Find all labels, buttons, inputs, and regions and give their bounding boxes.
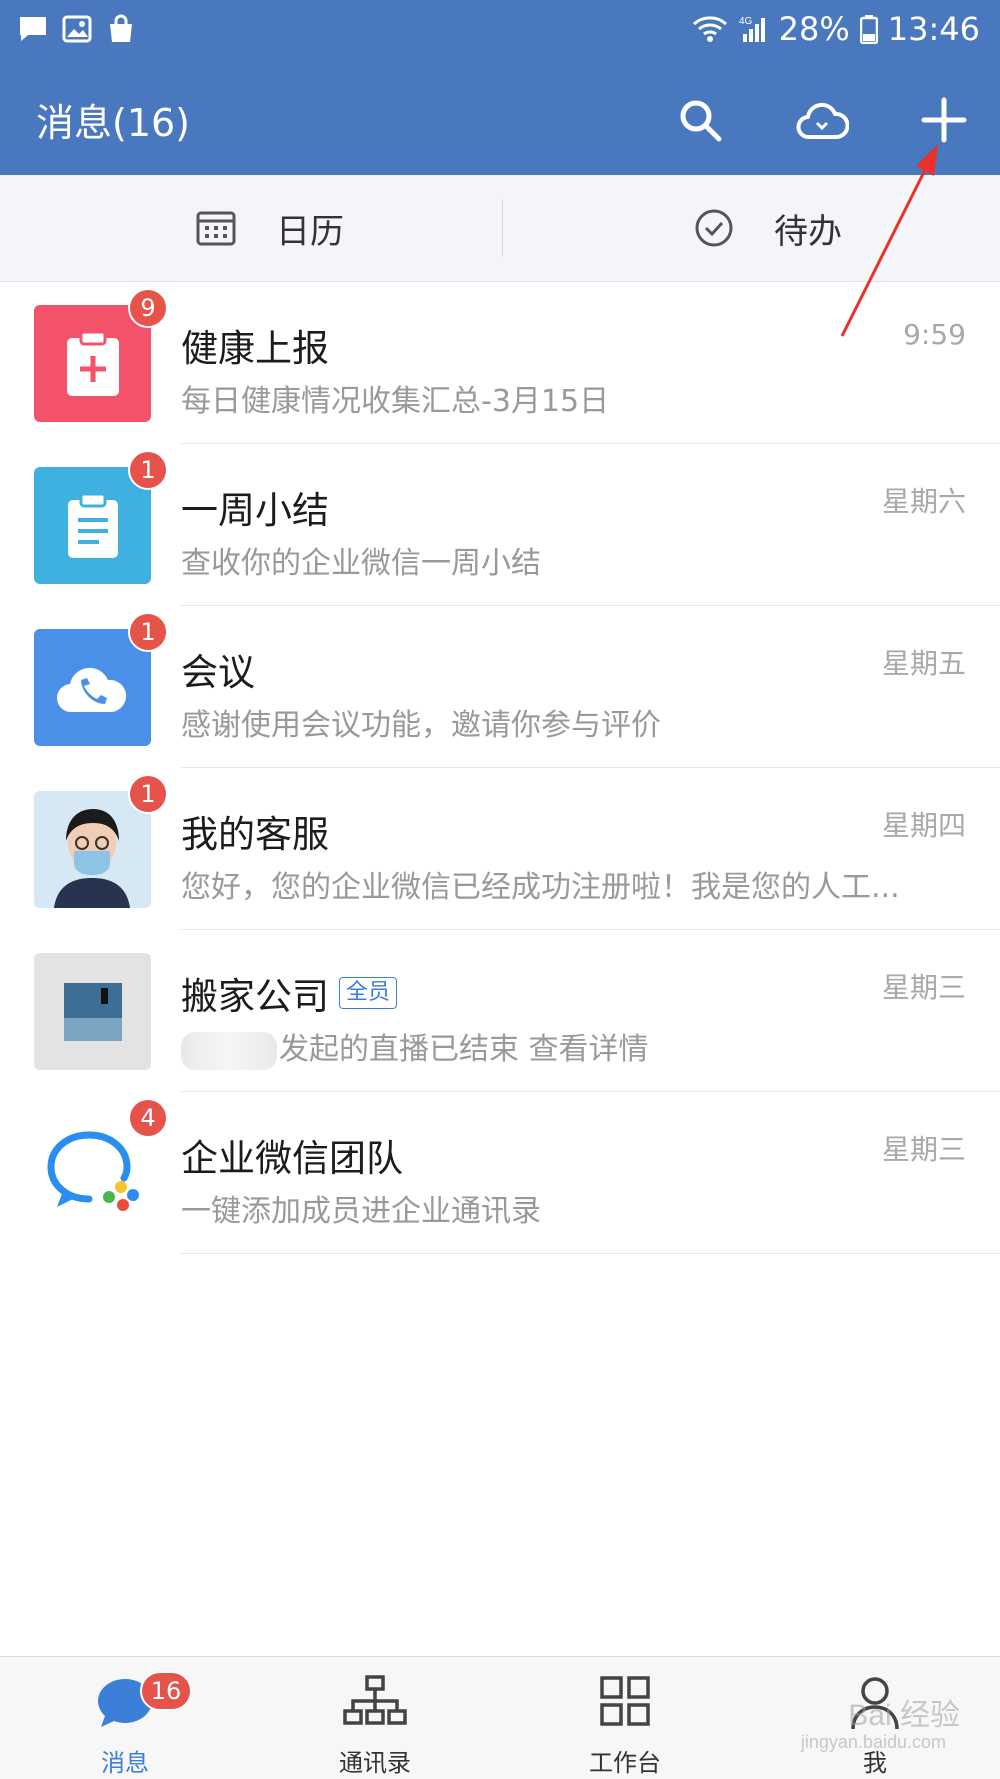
list-item[interactable]: 4 企业微信团队 一键添加成员进企业通讯录 星期三: [0, 1092, 1000, 1254]
list-item[interactable]: 1 会议 感谢使用会议功能，邀请你参与评价 星期五: [0, 606, 1000, 768]
unread-badge: 1: [128, 450, 168, 490]
message-time: 星期三: [881, 1133, 966, 1166]
message-preview: 感谢使用会议功能，邀请你参与评价: [181, 708, 661, 743]
image-notification-icon: [62, 15, 92, 43]
message-preview: 查收你的企业微信一周小结: [181, 546, 541, 581]
watermark: Bai 经验: [848, 1699, 960, 1732]
search-icon: [680, 100, 722, 142]
message-time: 星期四: [881, 809, 966, 842]
wifi-icon: [692, 16, 727, 42]
add-button[interactable]: [916, 92, 972, 148]
clipboard-list-icon: [67, 492, 118, 558]
plus-icon: [921, 97, 967, 143]
cloud-phone-icon: [56, 667, 126, 712]
all-members-tag: 全员: [339, 977, 398, 1009]
todo-entry[interactable]: 待办: [694, 175, 842, 281]
divider: [181, 1253, 1000, 1254]
list-item[interactable]: 9 健康上报 每日健康情况收集汇总-3月15日 9:59: [0, 282, 1000, 444]
blurred-name: [181, 1031, 277, 1070]
calendar-icon: [196, 211, 236, 246]
message-time: 星期五: [881, 647, 966, 680]
message-time: 星期六: [881, 485, 966, 518]
group-avatar-icon: [63, 982, 122, 1041]
battery-icon: [859, 15, 878, 44]
grid-icon: [600, 1676, 650, 1726]
unread-badge: 4: [128, 1098, 168, 1138]
message-preview: 发起的直播已结束 查看详情: [181, 1024, 901, 1070]
quick-access-bar: 日历 待办: [0, 175, 1000, 282]
tab-label: 消息: [101, 1749, 149, 1777]
avatar: [34, 953, 151, 1070]
wecom-logo-icon: [46, 1130, 139, 1211]
svg-text:4G: 4G: [739, 16, 753, 27]
divider: [502, 199, 503, 257]
message-time: 星期三: [881, 971, 966, 1004]
search-button[interactable]: [672, 92, 728, 148]
tab-contacts[interactable]: 通讯录: [250, 1657, 500, 1779]
tab-label: 通讯录: [339, 1749, 411, 1777]
clock: 13:46: [887, 10, 980, 48]
tab-messages[interactable]: 16 消息: [0, 1657, 250, 1779]
message-title: 一周小结: [181, 489, 329, 532]
message-list: 9 健康上报 每日健康情况收集汇总-3月15日 9:59 1 一周小结 查收你的…: [0, 282, 1000, 1254]
shopping-bag-icon: [110, 14, 132, 42]
list-item[interactable]: 1 一周小结 查收你的企业微信一周小结 星期六: [0, 444, 1000, 606]
message-preview: 一键添加成员进企业通讯录: [181, 1194, 541, 1229]
calendar-label: 日历: [276, 211, 344, 252]
status-bar: 4G 28% 13:46: [0, 0, 1000, 62]
header-actions: [672, 92, 972, 148]
unread-badge: 9: [128, 288, 168, 328]
org-chart-icon: [343, 1675, 407, 1725]
watermark-url: jingyan.baidu.com: [800, 1732, 946, 1752]
clipboard-plus-icon: [66, 330, 119, 396]
message-preview: 您好，您的企业微信已经成功注册啦！我是您的人工...: [181, 870, 900, 905]
battery-percent: 28%: [778, 10, 850, 48]
cloud-icon: [796, 102, 849, 139]
message-title: 我的客服: [181, 813, 329, 856]
unread-badge: 1: [128, 774, 168, 814]
tab-workbench[interactable]: 工作台: [500, 1657, 750, 1779]
message-title: 搬家公司 全员: [181, 966, 398, 1020]
message-time: 9:59: [903, 318, 966, 351]
top-bar: 4G 28% 13:46 消息(16): [0, 0, 1000, 175]
signal-icon: 4G: [739, 16, 765, 42]
list-item[interactable]: 1 我的客服 您好，您的企业微信已经成功注册啦！我是您的人工... 星期四: [0, 768, 1000, 930]
cloud-button[interactable]: [794, 92, 850, 148]
message-title: 企业微信团队: [181, 1137, 403, 1180]
page-title: 消息(16): [36, 101, 191, 145]
message-title: 会议: [181, 651, 255, 694]
todo-label: 待办: [774, 211, 842, 252]
list-item[interactable]: 搬家公司 全员 发起的直播已结束 查看详情 星期三: [0, 930, 1000, 1092]
unread-badge: 1: [128, 612, 168, 652]
calendar-entry[interactable]: 日历: [196, 175, 344, 281]
message-notification-icon: [20, 17, 46, 41]
unread-badge: 16: [140, 1671, 192, 1711]
message-preview: 每日健康情况收集汇总-3月15日: [181, 384, 610, 419]
check-circle-icon: [695, 209, 733, 247]
tab-label: 工作台: [589, 1749, 661, 1777]
message-title: 健康上报: [181, 327, 329, 370]
